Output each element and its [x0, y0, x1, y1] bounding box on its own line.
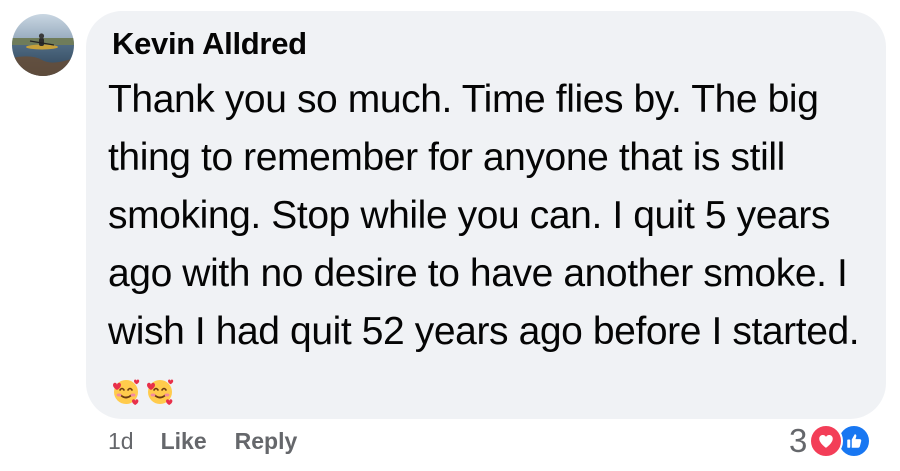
reaction-summary[interactable]: 3 — [789, 422, 872, 460]
avatar-kayak-photo — [12, 14, 74, 76]
comment-actions: 1d Like Reply — [108, 428, 297, 455]
comment-timestamp[interactable]: 1d — [108, 428, 134, 455]
avatar[interactable] — [12, 14, 74, 76]
smiling-face-with-hearts-icon — [144, 367, 176, 425]
comment-body: Thank you so much. Time flies by. The bi… — [108, 71, 878, 425]
comment-author[interactable]: Kevin Alldred — [112, 26, 307, 62]
smiling-face-with-hearts-icon — [110, 367, 142, 425]
comment-bubble: Kevin Alldred Thank you so much. Time fl… — [86, 11, 886, 419]
love-reaction-icon — [809, 424, 844, 458]
comment: Kevin Alldred Thank you so much. Time fl… — [0, 0, 900, 471]
comment-text: Thank you so much. Time flies by. The bi… — [108, 78, 860, 353]
like-button[interactable]: Like — [161, 428, 207, 455]
reply-button[interactable]: Reply — [235, 428, 298, 455]
reaction-count: 3 — [789, 422, 808, 459]
